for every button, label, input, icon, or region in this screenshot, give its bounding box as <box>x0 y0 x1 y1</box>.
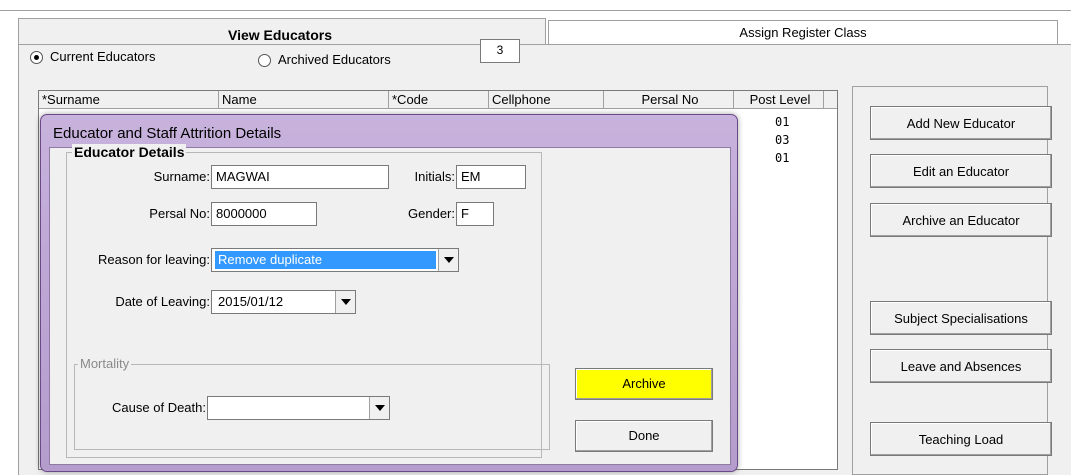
add-new-educator-button[interactable]: Add New Educator <box>870 106 1052 140</box>
action-panel <box>852 86 1048 475</box>
initials-field[interactable]: EM <box>456 165 526 189</box>
col-name[interactable]: Name <box>219 91 389 109</box>
post-level-cell: 03 <box>775 133 790 147</box>
col-persal-no[interactable]: Persal No <box>604 91 734 109</box>
gender-field[interactable]: F <box>456 202 494 226</box>
initials-label: Initials: <box>414 169 455 184</box>
surname-field[interactable]: MAGWAI <box>211 165 389 189</box>
dialog-title: Educator and Staff Attrition Details <box>53 125 282 142</box>
mortality-title: Mortality <box>78 356 132 371</box>
educator-count-field[interactable]: 3 <box>480 39 520 63</box>
radio-current-label: Current Educators <box>50 49 156 64</box>
page-title: View Educators <box>228 27 333 43</box>
gender-label: Gender: <box>408 206 455 221</box>
radio-current-educators[interactable] <box>30 51 43 64</box>
persal-no-label: Persal No: <box>149 206 210 221</box>
chevron-down-icon[interactable] <box>369 397 389 419</box>
date-value: 2015/01/12 <box>218 294 284 309</box>
post-level-cell: 01 <box>775 115 790 129</box>
subject-specialisations-button[interactable]: Subject Specialisations <box>870 301 1052 335</box>
radio-archived-educators[interactable] <box>258 54 271 67</box>
cause-dropdown[interactable] <box>207 396 390 420</box>
done-button[interactable]: Done <box>575 420 713 452</box>
col-code[interactable]: *Code <box>389 91 489 109</box>
edit-educator-button[interactable]: Edit an Educator <box>870 154 1052 188</box>
top-border <box>0 10 1071 11</box>
col-cellphone[interactable]: Cellphone <box>489 91 604 109</box>
archive-button[interactable]: Archive <box>575 368 713 400</box>
teaching-load-button[interactable]: Teaching Load <box>870 422 1052 456</box>
surname-label: Surname: <box>153 169 210 184</box>
persal-no-field[interactable]: 8000000 <box>211 202 317 226</box>
educator-details-title: Educator Details <box>72 144 187 160</box>
dialog-body: Educator Details Surname: MAGWAI Initial… <box>49 144 731 465</box>
date-label: Date of Leaving: <box>115 294 210 309</box>
leave-absences-button[interactable]: Leave and Absences <box>870 349 1052 383</box>
date-picker[interactable]: 2015/01/12 <box>211 290 356 314</box>
cause-value <box>211 399 367 417</box>
reason-dropdown[interactable]: Remove duplicate <box>211 248 459 272</box>
post-level-cell: 01 <box>775 151 790 165</box>
tab-assign-register-class[interactable]: Assign Register Class <box>548 20 1058 44</box>
reason-label: Reason for leaving: <box>97 252 210 267</box>
table-header: *Surname Name *Code Cellphone Persal No … <box>39 91 837 109</box>
reason-value: Remove duplicate <box>215 251 436 269</box>
chevron-down-icon[interactable] <box>335 291 355 313</box>
archive-educator-button[interactable]: Archive an Educator <box>870 203 1052 237</box>
col-surname[interactable]: *Surname <box>39 91 219 109</box>
chevron-down-icon[interactable] <box>438 249 458 271</box>
cause-label: Cause of Death: <box>112 400 206 415</box>
radio-archived-label: Archived Educators <box>278 52 391 67</box>
col-post-level[interactable]: Post Level <box>734 91 824 109</box>
attrition-dialog: Educator and Staff Attrition Details Edu… <box>40 114 738 472</box>
